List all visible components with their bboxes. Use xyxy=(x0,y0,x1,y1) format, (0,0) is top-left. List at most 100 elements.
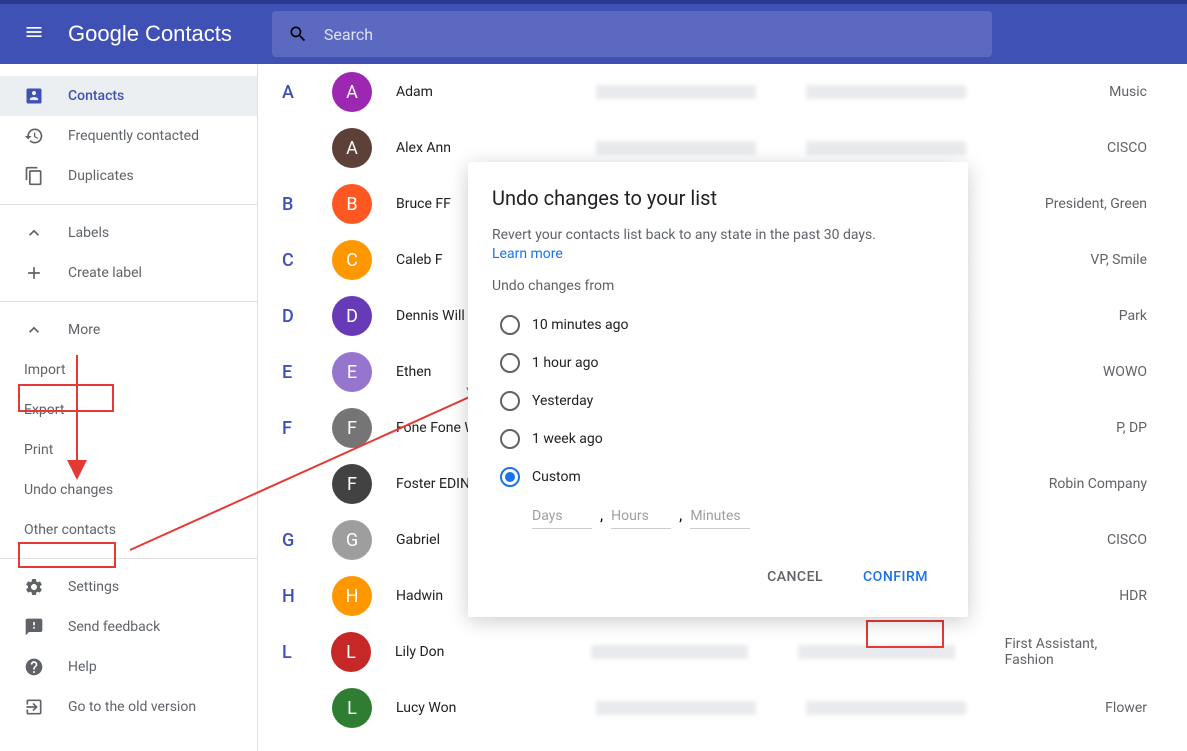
app-logo[interactable]: Google Contacts xyxy=(68,21,232,47)
contact-name: Lucy Won xyxy=(396,700,596,716)
section-letter: F xyxy=(282,418,332,439)
sidebar-item-settings[interactable]: Settings xyxy=(0,567,257,607)
sidebar: Contacts Frequently contacted Duplicates… xyxy=(0,64,258,751)
avatar: L xyxy=(331,632,371,672)
sidebar-item-old-version[interactable]: Go to the old version xyxy=(0,687,257,727)
contact-company: P, DP xyxy=(1116,420,1163,436)
sidebar-item-label: Settings xyxy=(68,579,119,595)
contact-row[interactable]: L Lucy Won Flower xyxy=(258,680,1187,736)
radio-10-minutes[interactable]: 10 minutes ago xyxy=(492,306,944,344)
sidebar-item-label: Send feedback xyxy=(68,619,160,635)
section-letter: E xyxy=(282,362,332,383)
comma: , xyxy=(679,505,682,524)
divider xyxy=(0,204,257,205)
redacted-field xyxy=(798,645,955,659)
sidebar-item-create-label[interactable]: Create label xyxy=(0,253,257,293)
avatar: A xyxy=(332,72,372,112)
radio-label: 1 hour ago xyxy=(532,355,598,371)
redacted-field xyxy=(596,141,756,155)
chevron-up-icon xyxy=(24,320,44,340)
avatar: E xyxy=(332,352,372,392)
contact-company: President, Green xyxy=(1045,196,1163,212)
chevron-up-icon xyxy=(24,223,44,243)
radio-icon xyxy=(500,315,520,335)
redacted-field xyxy=(806,141,966,155)
sidebar-item-print[interactable]: Print xyxy=(0,430,257,470)
sidebar-item-frequently[interactable]: Frequently contacted xyxy=(0,116,257,156)
search-input[interactable] xyxy=(324,25,976,44)
comma: , xyxy=(600,505,603,524)
sidebar-item-label: Go to the old version xyxy=(68,699,196,715)
radio-icon xyxy=(500,429,520,449)
radio-yesterday[interactable]: Yesterday xyxy=(492,382,944,420)
radio-icon xyxy=(500,391,520,411)
contacts-icon xyxy=(24,86,44,106)
radio-icon xyxy=(500,353,520,373)
dialog-subtitle: Undo changes from xyxy=(492,278,944,294)
sidebar-item-import[interactable]: Import xyxy=(0,350,257,390)
gear-icon xyxy=(24,577,44,597)
redacted-field xyxy=(806,85,966,99)
contact-row[interactable]: L L Lily Don First Assistant, Fashion xyxy=(258,624,1187,680)
radio-icon xyxy=(500,467,520,487)
contact-company: Park xyxy=(1119,308,1163,324)
avatar: L xyxy=(332,688,372,728)
section-letter: G xyxy=(282,530,332,551)
radio-label: 10 minutes ago xyxy=(532,317,629,333)
sidebar-item-label: Help xyxy=(68,659,97,675)
sidebar-item-export[interactable]: Export xyxy=(0,390,257,430)
radio-label: Custom xyxy=(532,469,581,485)
section-letter: H xyxy=(282,586,332,607)
radio-1-hour[interactable]: 1 hour ago xyxy=(492,344,944,382)
contact-name: Adam xyxy=(396,84,596,100)
sidebar-item-label: Duplicates xyxy=(68,168,134,184)
section-letter: L xyxy=(282,642,331,663)
exit-icon xyxy=(24,697,44,717)
custom-time-inputs: , , xyxy=(532,504,944,529)
sidebar-item-contacts[interactable]: Contacts xyxy=(0,76,257,116)
contact-company: CISCO xyxy=(1107,140,1163,156)
dialog-description: Revert your contacts list back to any st… xyxy=(492,226,944,246)
contact-company: HDR xyxy=(1119,588,1163,604)
plus-icon xyxy=(24,263,44,283)
dialog-title: Undo changes to your list xyxy=(492,186,944,210)
contact-company: Flower xyxy=(1105,700,1163,716)
contact-company: First Assistant, Fashion xyxy=(1005,636,1163,668)
hamburger-menu-icon[interactable] xyxy=(16,14,52,54)
sidebar-item-help[interactable]: Help xyxy=(0,647,257,687)
feedback-icon xyxy=(24,617,44,637)
sidebar-item-other-contacts[interactable]: Other contacts xyxy=(0,510,257,550)
divider xyxy=(0,558,257,559)
duplicates-icon xyxy=(24,166,44,186)
redacted-field xyxy=(596,85,756,99)
sidebar-item-more[interactable]: More xyxy=(0,310,257,350)
sidebar-item-label: Labels xyxy=(68,225,109,241)
search-box[interactable] xyxy=(272,11,992,57)
contact-row[interactable]: A A Adam Music xyxy=(258,64,1187,120)
radio-label: Yesterday xyxy=(532,393,593,409)
app-header: Google Contacts xyxy=(0,0,1187,64)
days-input[interactable] xyxy=(532,504,592,529)
cancel-button[interactable]: CANCEL xyxy=(751,561,839,593)
confirm-button[interactable]: CONFIRM xyxy=(847,561,944,593)
avatar: F xyxy=(332,408,372,448)
sidebar-item-labels[interactable]: Labels xyxy=(0,213,257,253)
sidebar-item-feedback[interactable]: Send feedback xyxy=(0,607,257,647)
avatar: C xyxy=(332,240,372,280)
sidebar-item-duplicates[interactable]: Duplicates xyxy=(0,156,257,196)
hours-input[interactable] xyxy=(611,504,671,529)
search-icon xyxy=(288,24,308,44)
redacted-field xyxy=(596,701,756,715)
sidebar-item-undo-changes[interactable]: Undo changes xyxy=(0,470,257,510)
radio-1-week[interactable]: 1 week ago xyxy=(492,420,944,458)
learn-more-link[interactable]: Learn more xyxy=(492,246,944,262)
avatar: G xyxy=(332,520,372,560)
radio-custom[interactable]: Custom xyxy=(492,458,944,496)
avatar: D xyxy=(332,296,372,336)
sidebar-item-label: More xyxy=(68,322,100,338)
contact-name: Alex Ann xyxy=(396,140,596,156)
minutes-input[interactable] xyxy=(690,504,750,529)
contact-name: Lily Don xyxy=(395,644,591,660)
help-icon xyxy=(24,657,44,677)
undo-changes-dialog: Undo changes to your list Revert your co… xyxy=(468,162,968,617)
